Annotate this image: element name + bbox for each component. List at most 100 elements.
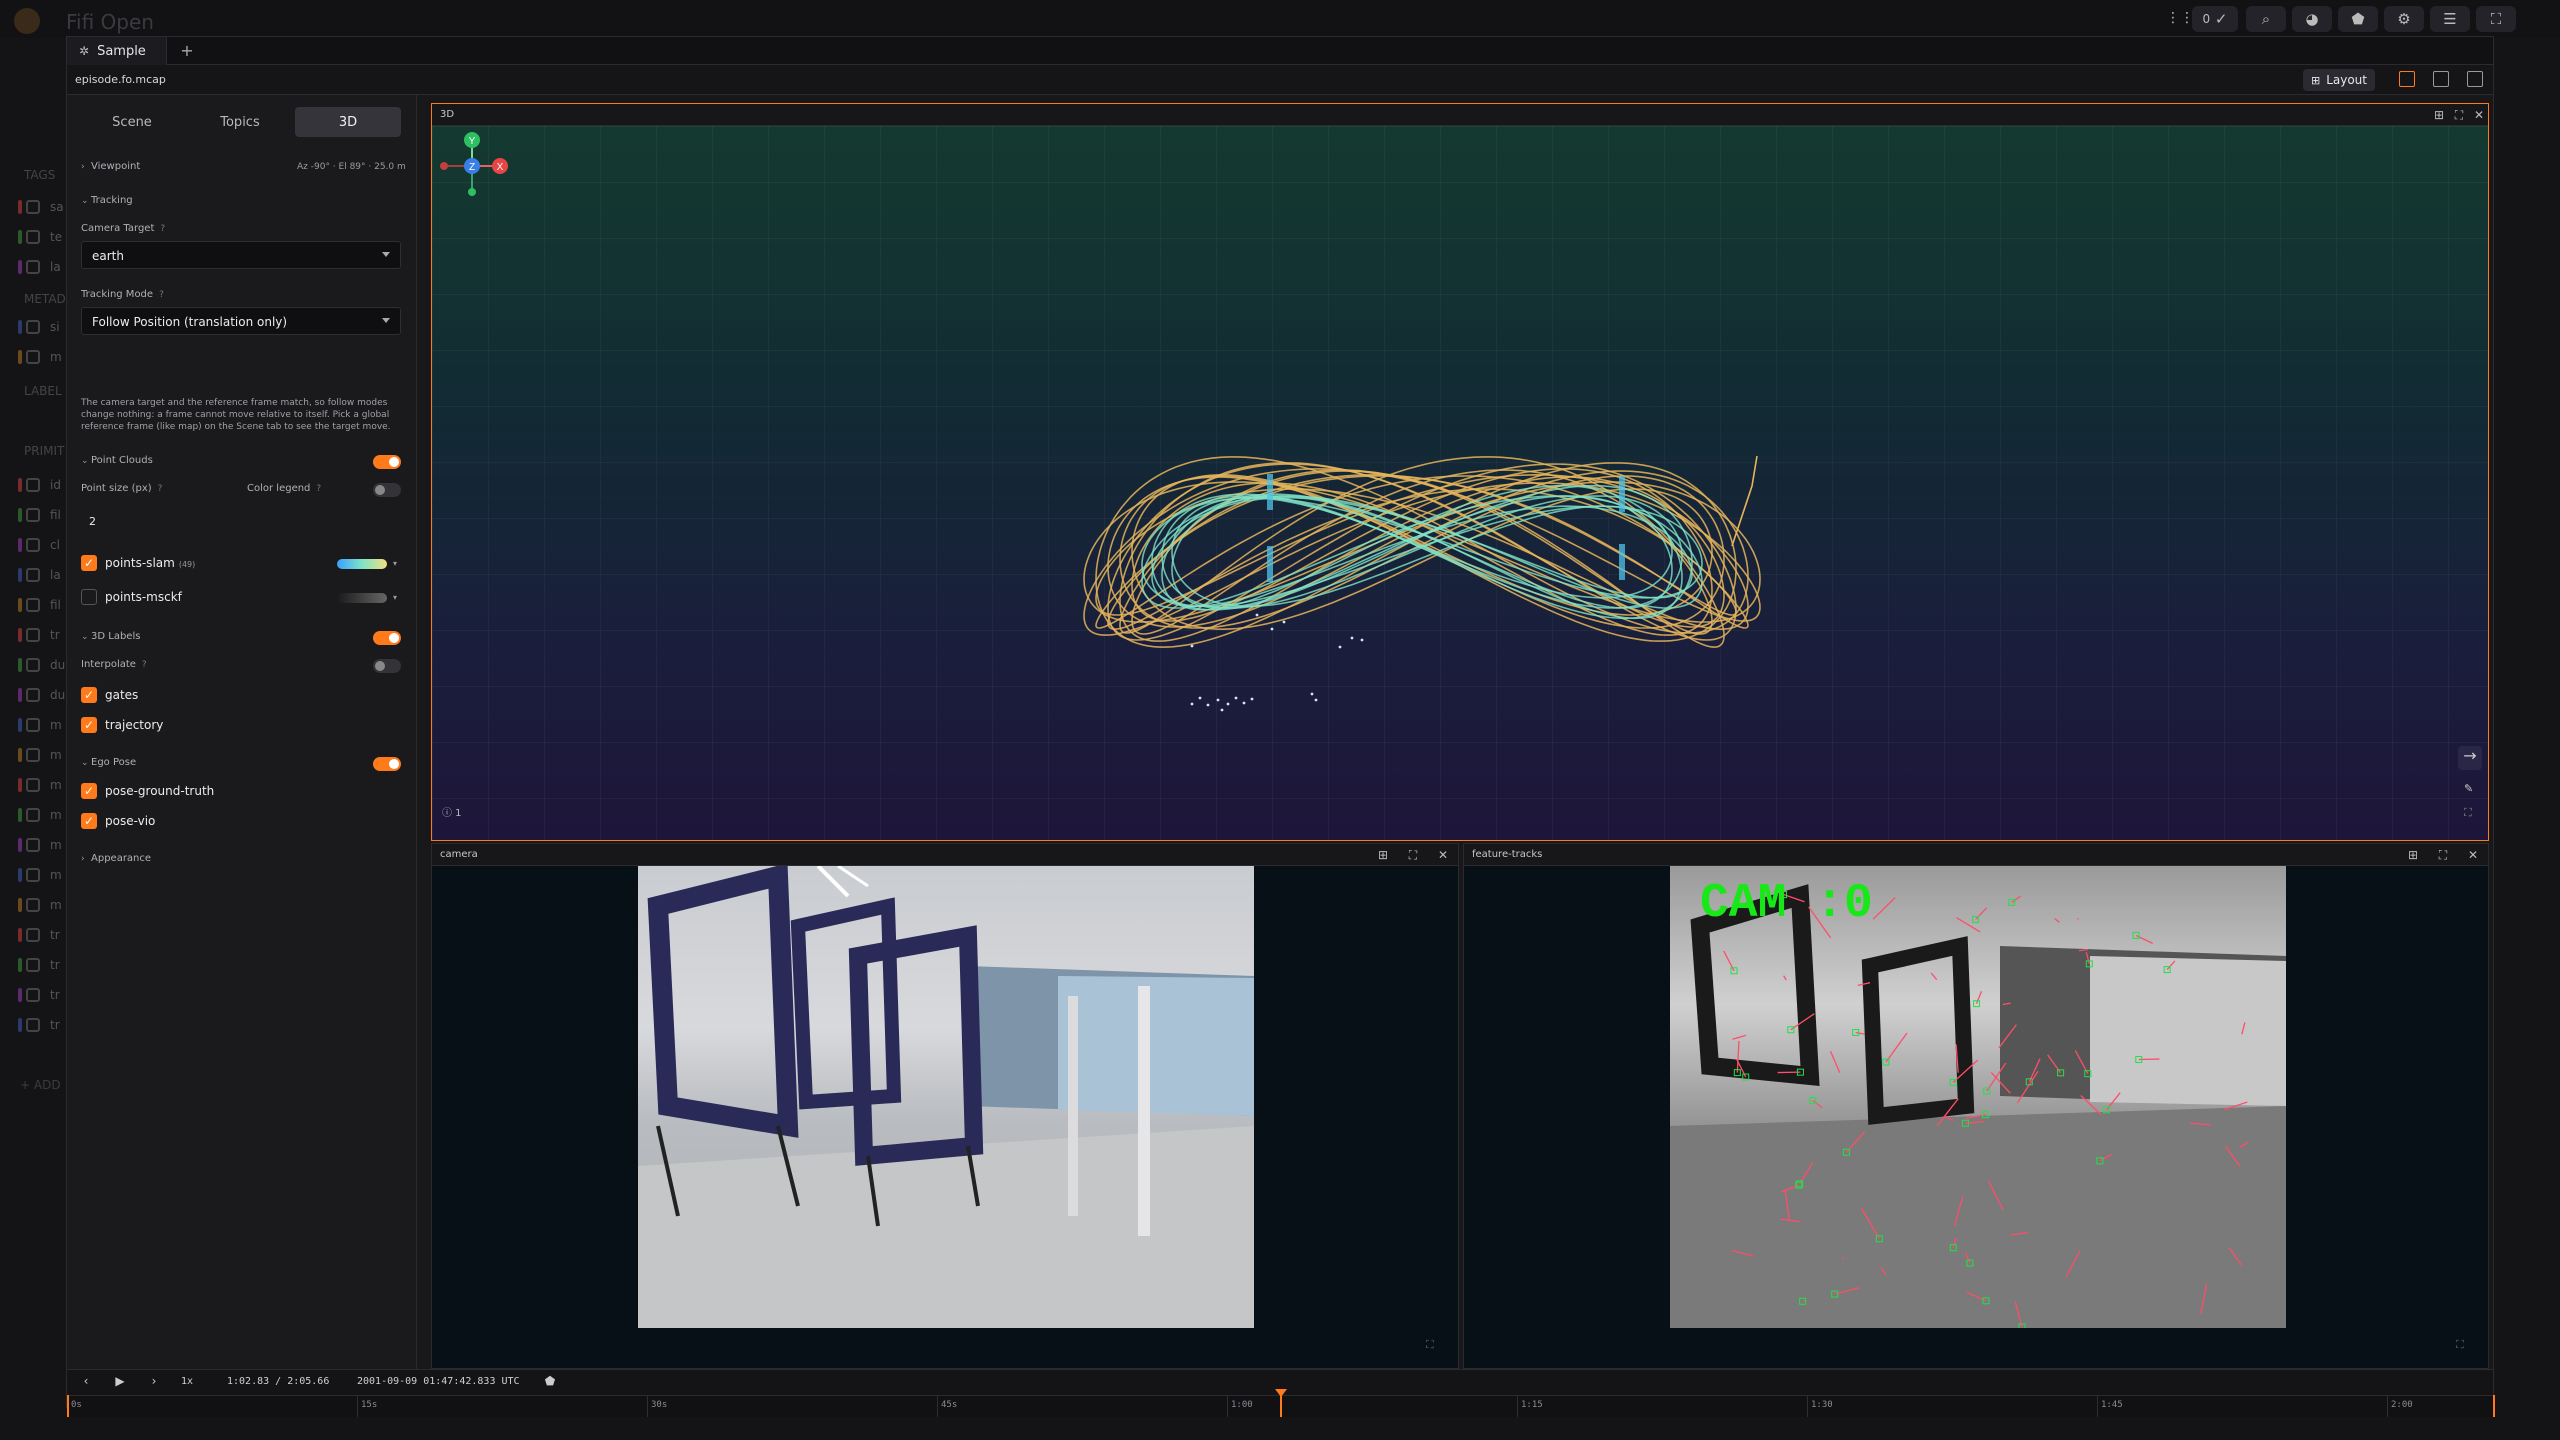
grid-menu-icon[interactable]: ⋮⋮ (2166, 10, 2194, 26)
point-cloud-dot (1338, 645, 1342, 649)
info-badge[interactable]: ⓘ 1 (442, 804, 462, 819)
close-icon[interactable]: ✕ (2472, 108, 2486, 122)
fullscreen-small-icon[interactable]: ⛶ (2464, 806, 2472, 820)
tab-sample[interactable]: ✲ Sample (67, 37, 167, 65)
bg-filter-row: tr (18, 628, 62, 642)
bg-row-checkbox (26, 230, 40, 244)
tab-3d[interactable]: 3D (295, 107, 401, 137)
colormap-caret-icon[interactable]: ▾ (393, 559, 397, 568)
pose-vio-checkbox[interactable]: ✓ (81, 813, 97, 829)
tag-icon[interactable]: ⬟ (541, 1374, 559, 1390)
ego-pose-section[interactable]: ⌄ Ego Pose (81, 757, 136, 768)
add-tab-button[interactable]: + (177, 41, 197, 61)
bg-row-color-bar (18, 320, 22, 334)
fullscreen-small-icon[interactable]: ⛶ (1426, 1338, 1434, 1352)
bg-row-label: la (50, 568, 61, 582)
bg-row-color-bar (18, 808, 22, 822)
search-icon[interactable]: ⌕ (2246, 6, 2286, 32)
camera-feed[interactable]: ⛶ (432, 866, 1458, 1368)
help-icon[interactable]: ? (160, 224, 165, 234)
labels-3d-toggle[interactable] (373, 631, 401, 645)
color-legend-label-row: Color legend? (247, 483, 321, 494)
timeline-tick (1517, 1395, 1518, 1417)
layout-button[interactable]: ⊞ Layout (2303, 69, 2375, 91)
points-slam-colormap[interactable] (337, 559, 387, 569)
appearance-section[interactable]: › Appearance (81, 853, 151, 864)
color-legend-toggle[interactable] (373, 483, 401, 497)
points-msckf-colormap[interactable] (337, 593, 387, 603)
layout-split-v-icon[interactable] (2467, 71, 2483, 87)
gates-checkbox[interactable]: ✓ (81, 687, 97, 703)
app-title: Fifi Open (66, 10, 154, 34)
feature-tracks-feed[interactable]: CAM :0 ⛶ (1464, 866, 2488, 1368)
camera-target-select[interactable]: earth (81, 241, 401, 269)
point-clouds-toggle[interactable] (373, 455, 401, 469)
split-icon[interactable]: ⊞ (1376, 848, 1390, 862)
point-cloud-dot (1190, 644, 1194, 648)
bg-filter-row: fil (18, 598, 62, 612)
step-back-icon[interactable]: ‹ (77, 1374, 95, 1390)
bg-row-label: m (50, 350, 62, 364)
bg-filter-row: m (18, 838, 62, 852)
trajectory-checkbox[interactable]: ✓ (81, 717, 97, 733)
close-icon[interactable]: ✕ (1436, 848, 1450, 862)
tracking-mode-select[interactable]: Follow Position (translation only) (81, 307, 401, 335)
point-cloud-dot (1310, 692, 1314, 696)
point-clouds-label: Point Clouds (91, 455, 153, 466)
point-cloud-dot (1234, 696, 1238, 700)
layout-split-h-icon[interactable] (2433, 71, 2449, 87)
tab-topics[interactable]: Topics (187, 107, 293, 137)
bg-row-color-bar (18, 478, 22, 492)
speed-selector[interactable]: 1x (181, 1376, 193, 1387)
gear-icon[interactable]: ⚙ (2384, 6, 2424, 32)
bg-row-checkbox (26, 718, 40, 732)
expand-icon[interactable]: ⛶ (2436, 848, 2450, 862)
pose-ground-truth-checkbox[interactable]: ✓ (81, 783, 97, 799)
timeline-tick-label: 15s (361, 1400, 378, 1410)
ego-pose-toggle[interactable] (373, 757, 401, 771)
point-cloud-group (1190, 613, 1364, 712)
tab-scene[interactable]: Scene (79, 107, 185, 137)
timeline-playhead[interactable] (1275, 1389, 1287, 1417)
point-clouds-section[interactable]: ⌄ Point Clouds (81, 455, 153, 466)
tag-icon[interactable]: ⬟ (2338, 6, 2378, 32)
fullscreen-icon[interactable]: ⛶ (2476, 6, 2516, 32)
arrow-right-icon[interactable]: → (2458, 746, 2482, 770)
timeline-track[interactable]: 0s 15s 30s 45s 1:00 1:15 1:30 1:45 2:00 (67, 1389, 2495, 1417)
gate-marker (1267, 474, 1273, 510)
split-icon[interactable]: ⊞ (2406, 848, 2420, 862)
point-size-input[interactable]: 2 (89, 515, 96, 528)
list-icon[interactable]: ☰ (2430, 6, 2470, 32)
panel-feature-tracks-title: feature-tracks (1472, 849, 1543, 860)
timeline-tick-label: 1:15 (1521, 1400, 1543, 1410)
bg-row-label: id (50, 478, 61, 492)
tracking-label: Tracking (91, 195, 133, 206)
help-icon[interactable]: ? (316, 484, 321, 494)
pencil-icon[interactable]: ✎ (2464, 782, 2473, 795)
play-icon[interactable]: ▶ (111, 1374, 129, 1390)
task-counter-button[interactable]: 0 ✓ (2192, 6, 2238, 32)
help-icon[interactable]: ? (158, 484, 163, 494)
fullscreen-small-icon[interactable]: ⛶ (2456, 1338, 2464, 1352)
tracking-section[interactable]: ⌄ Tracking (81, 195, 133, 206)
panel-3d: 3D ⊞ ⛶ ✕ Y Z X ⓘ 1 → ✎ ⛶ (431, 103, 2489, 841)
bg-filter-row: m (18, 718, 62, 732)
close-icon[interactable]: ✕ (2466, 848, 2480, 862)
interpolate-toggle[interactable] (373, 659, 401, 673)
points-slam-checkbox[interactable]: ✓ (81, 555, 97, 571)
expand-icon[interactable]: ⛶ (2452, 108, 2466, 122)
3d-scene-viewport[interactable]: Y Z X ⓘ 1 → ✎ ⛶ (432, 126, 2488, 840)
palette-icon[interactable]: ◕ (2292, 6, 2332, 32)
axes-gizmo[interactable]: Y Z X (440, 132, 508, 196)
colormap-caret-icon[interactable]: ▾ (393, 593, 397, 602)
bg-filter-row: te (18, 230, 62, 244)
layout-single-icon[interactable] (2399, 71, 2415, 87)
expand-icon[interactable]: ⛶ (1406, 848, 1420, 862)
split-icon[interactable]: ⊞ (2432, 108, 2446, 122)
step-forward-icon[interactable]: › (145, 1374, 163, 1390)
help-icon[interactable]: ? (159, 290, 164, 300)
help-icon[interactable]: ? (142, 660, 147, 670)
viewpoint-section[interactable]: › Viewpoint (81, 161, 140, 172)
points-msckf-checkbox[interactable] (81, 589, 97, 605)
labels-3d-section[interactable]: ⌄ 3D Labels (81, 631, 140, 642)
